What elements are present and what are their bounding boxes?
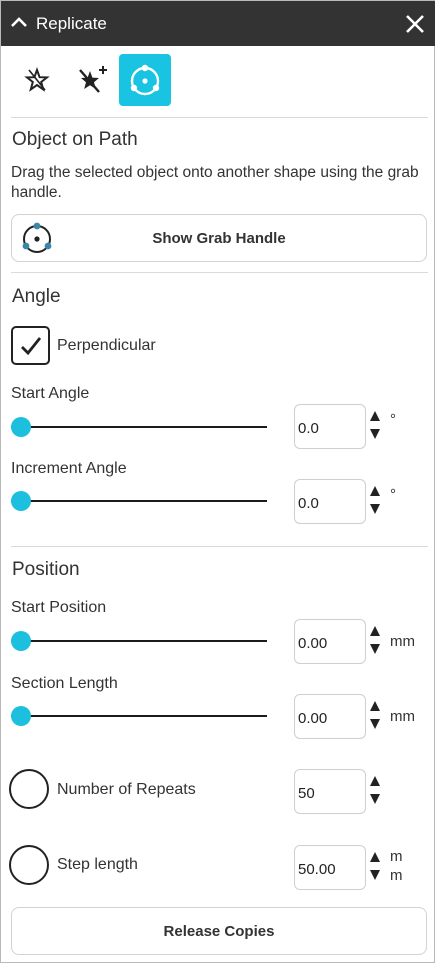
start-position-spinner[interactable] [369,626,383,656]
spin-down-icon[interactable] [370,719,380,729]
window-title: Replicate [36,14,107,33]
start-position-label: Start Position [11,599,107,616]
step-length-label: Step length [57,856,138,873]
wand-sparkle-icon [79,66,107,93]
magic-tool-button[interactable] [65,54,117,106]
increment-angle-spinner[interactable] [369,486,383,516]
show-grab-handle-button[interactable]: Show Grab Handle [11,214,427,262]
release-copies-label: Release Copies [163,923,275,940]
section-length-spinner[interactable] [369,701,383,731]
start-angle-spinner[interactable] [369,411,383,441]
number-of-repeats-input[interactable]: 50 [294,769,366,814]
spin-up-icon[interactable] [370,852,380,862]
start-angle-input[interactable]: 0.0 [294,404,366,449]
slider-thumb[interactable] [11,417,31,437]
star-tool-button[interactable] [11,54,63,106]
spin-down-icon[interactable] [370,644,380,654]
spin-up-icon[interactable] [370,701,380,711]
title-bar: Replicate [1,1,435,46]
replicate-panel: Replicate Object on Path Drag the select… [0,0,435,963]
number-of-repeats-label: Number of Repeats [57,781,196,798]
start-angle-unit: ° [390,411,396,428]
slider-track [11,715,267,717]
section-length-slider[interactable] [11,705,267,727]
step-length-unit: m m [390,847,410,885]
section-length-label: Section Length [11,675,118,692]
spin-down-icon[interactable] [370,429,380,439]
start-angle-slider[interactable] [11,416,267,438]
increment-angle-input[interactable]: 0.0 [294,479,366,524]
slider-track [11,640,267,642]
start-position-input[interactable]: 0.00 [294,619,366,664]
position-title: Position [12,559,80,580]
perpendicular-checkbox[interactable] [11,326,50,365]
perpendicular-label: Perpendicular [57,337,156,354]
divider [11,272,428,273]
spin-up-icon[interactable] [370,486,380,496]
spin-up-icon[interactable] [370,411,380,421]
spin-down-icon[interactable] [370,504,380,514]
section-length-unit: mm [390,708,415,725]
checkmark-icon [21,337,42,356]
close-icon[interactable] [403,12,427,36]
angle-title: Angle [12,286,61,307]
start-position-slider[interactable] [11,630,267,652]
spin-up-icon[interactable] [370,626,380,636]
slider-track [11,500,267,502]
step-length-radio[interactable] [9,845,49,885]
star-outline-icon [24,67,50,92]
slider-track [11,426,267,428]
chevron-up-icon[interactable] [10,15,28,29]
increment-angle-slider[interactable] [11,490,267,512]
slider-thumb[interactable] [11,631,31,651]
start-angle-label: Start Angle [11,385,90,402]
step-length-spinner[interactable] [369,852,383,882]
release-copies-button[interactable]: Release Copies [11,907,427,955]
spin-down-icon[interactable] [370,870,380,880]
divider [11,117,428,118]
show-grab-handle-label: Show Grab Handle [152,230,286,247]
spin-up-icon[interactable] [370,776,380,786]
start-position-unit: mm [390,633,415,650]
object-on-path-title: Object on Path [12,129,138,150]
number-of-repeats-spinner[interactable] [369,776,383,806]
number-of-repeats-radio[interactable] [9,769,49,809]
object-on-path-tool-button[interactable] [119,54,171,106]
increment-angle-label: Increment Angle [11,460,127,477]
slider-thumb[interactable] [11,491,31,511]
step-length-unit-line2: m [390,867,403,884]
divider [11,546,428,547]
section-length-input[interactable]: 0.00 [294,694,366,739]
step-length-unit-line1: m [390,848,403,865]
object-on-path-description: Drag the selected object onto another sh… [11,164,419,201]
object-on-path-icon [130,64,160,96]
slider-thumb[interactable] [11,706,31,726]
spin-down-icon[interactable] [370,794,380,804]
increment-angle-unit: ° [390,486,396,503]
step-length-input[interactable]: 50.00 [294,845,366,890]
